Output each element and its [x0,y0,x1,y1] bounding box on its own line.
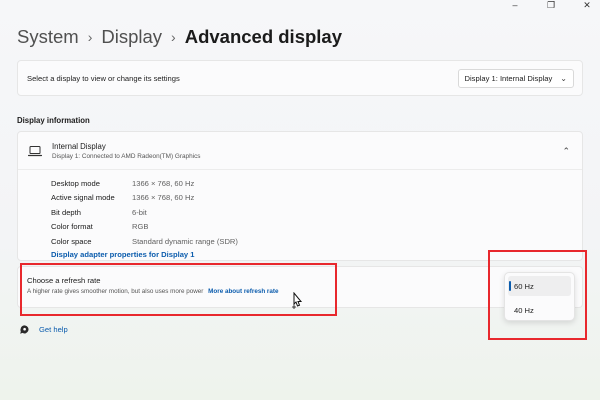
property-value: RGB [132,222,149,232]
maximize-button[interactable]: ❐ [546,0,556,12]
chevron-up-icon[interactable]: ⌃ [562,146,570,157]
display-properties: Desktop mode 1366 × 768, 60 Hz Active si… [51,176,238,259]
breadcrumb-separator-icon: › [87,29,93,45]
highlight-box-refresh-options [488,250,587,340]
display-name: Internal Display [52,141,106,151]
property-key: Color format [51,222,93,232]
display-information-card: Internal Display Display 1: Connected to… [17,131,583,261]
display-select-value: Display 1: Internal Display [464,73,553,83]
display-select-row: Select a display to view or change its s… [17,60,583,96]
section-title: Display information [17,116,90,125]
breadcrumb: System › Display › Advanced display [17,26,342,48]
minimize-button[interactable]: – [510,0,520,12]
laptop-icon [28,145,42,156]
property-key: Bit depth [51,207,81,217]
property-row: Bit depth 6-bit [51,205,238,220]
property-key: Desktop mode [51,178,100,188]
breadcrumb-display[interactable]: Display [101,26,162,48]
property-row: Active signal mode 1366 × 768, 60 Hz [51,191,238,206]
close-button[interactable]: ✕ [582,0,592,12]
property-key: Color space [51,236,92,246]
display-subtitle: Display 1: Connected to AMD Radeon(TM) G… [52,152,201,160]
chevron-down-icon: ⌄ [560,73,567,83]
display-information-header[interactable]: Internal Display Display 1: Connected to… [18,132,582,170]
property-value: 1366 × 768, 60 Hz [132,193,195,203]
adapter-properties-link[interactable]: Display adapter properties for Display 1 [51,250,238,259]
breadcrumb-system[interactable]: System [17,26,79,48]
get-help-link[interactable]: Get help [19,324,68,335]
property-row: Desktop mode 1366 × 768, 60 Hz [51,176,238,191]
display-select-dropdown[interactable]: Display 1: Internal Display ⌄ [457,68,574,88]
mouse-pointer-icon [292,292,303,309]
get-help-label: Get help [39,325,68,334]
property-key: Active signal mode [51,193,115,203]
property-value: Standard dynamic range (SDR) [132,236,238,246]
display-select-label: Select a display to view or change its s… [27,73,180,83]
property-value: 6-bit [132,207,147,217]
property-value: 1366 × 768, 60 Hz [132,178,195,188]
window-controls: – ❐ ✕ [510,0,592,12]
property-row: Color format RGB [51,220,238,235]
page-title: Advanced display [184,26,343,47]
help-icon [20,325,29,334]
property-row: Color space Standard dynamic range (SDR) [51,234,238,249]
breadcrumb-separator-icon: › [171,29,176,45]
